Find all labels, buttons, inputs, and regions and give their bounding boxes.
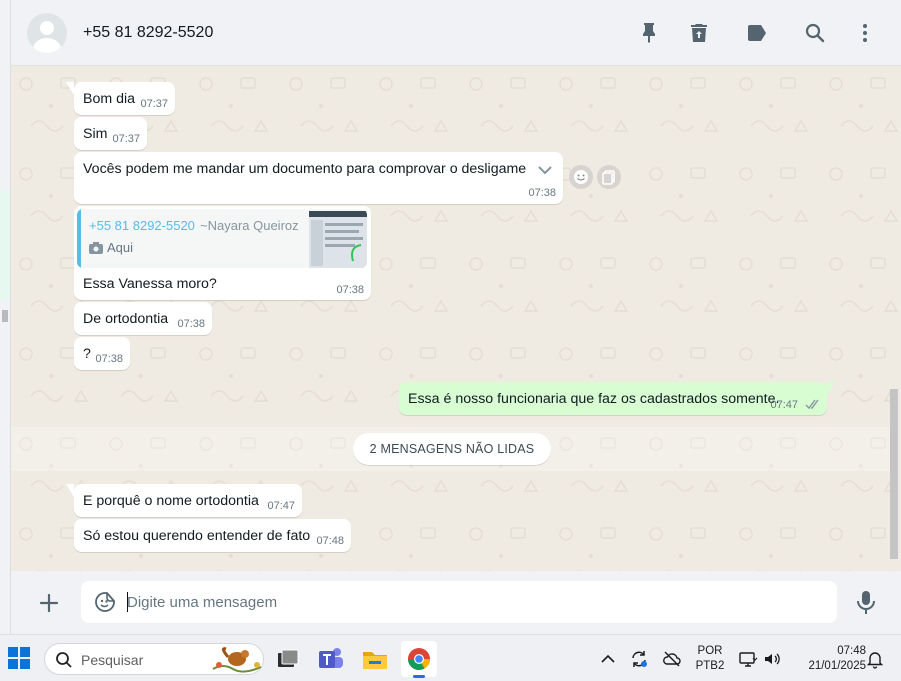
chevron-up-icon[interactable] bbox=[598, 649, 618, 669]
task-view-button[interactable] bbox=[270, 641, 306, 677]
message-text: ? bbox=[83, 346, 91, 362]
message-text: E porquê o nome ortodontia bbox=[83, 493, 259, 509]
clock-date: 21/01/2025 bbox=[808, 660, 866, 672]
emoji-react-button[interactable] bbox=[569, 165, 593, 189]
message-list[interactable]: Bom dia 07:37 Sim 07:37 Vocês podem me m… bbox=[11, 66, 901, 571]
message-text: De ortodontia bbox=[83, 311, 169, 327]
message-time: 07:38 bbox=[336, 284, 364, 296]
task-view-icon bbox=[278, 649, 299, 667]
file-explorer-button[interactable] bbox=[357, 641, 393, 677]
windows-taskbar: Pesquisar POR PTB2 07:48 21/01/2025 bbox=[0, 634, 901, 681]
forward-button[interactable] bbox=[597, 165, 621, 189]
left-scroll-thumb[interactable] bbox=[2, 310, 8, 322]
sync-icon[interactable] bbox=[629, 649, 649, 669]
unread-messages-divider: 2 MENSAGENS NÃO LIDAS bbox=[353, 433, 551, 465]
message-bubble[interactable]: Vocês podem me mandar um documento para … bbox=[74, 152, 563, 204]
message-bubble[interactable]: De ortodontia 07:38 bbox=[74, 302, 212, 335]
clock-time: 07:48 bbox=[837, 645, 866, 657]
plus-icon[interactable] bbox=[37, 591, 61, 615]
message-text: Essa é nosso funcionaria que faz os cada… bbox=[408, 391, 780, 407]
quoted-pushname: ~Nayara Queiroz bbox=[200, 218, 299, 233]
message-time: 07:38 bbox=[95, 353, 123, 365]
quoted-text: Aqui bbox=[107, 240, 134, 255]
teams-icon bbox=[319, 648, 343, 668]
message-bubble[interactable]: ? 07:38 bbox=[74, 337, 130, 370]
message-time: 07:38 bbox=[177, 318, 205, 330]
camera-icon bbox=[89, 242, 103, 254]
message-time: 07:47 bbox=[267, 500, 295, 512]
chat-header: +55 81 8292-5520 bbox=[11, 0, 901, 66]
delete-icon[interactable] bbox=[687, 21, 711, 45]
message-time: 07:48 bbox=[316, 535, 344, 547]
language-code: POR bbox=[697, 645, 723, 657]
message-text: Bom dia bbox=[83, 91, 136, 107]
active-app-indicator bbox=[413, 675, 425, 678]
composer bbox=[11, 571, 901, 634]
quoted-message[interactable]: +55 81 8292-5520 ~Nayara Queiroz Aqui bbox=[77, 209, 367, 268]
message-bubble[interactable]: +55 81 8292-5520 ~Nayara Queiroz Aqui Es… bbox=[74, 206, 371, 300]
message-scrollbar[interactable] bbox=[890, 389, 898, 559]
windows-start-icon[interactable] bbox=[8, 647, 30, 669]
language-indicator[interactable]: POR PTB2 bbox=[690, 644, 730, 674]
selected-chat-highlight bbox=[0, 190, 10, 300]
search-icon bbox=[56, 652, 72, 668]
message-bubble[interactable]: Sim 07:37 bbox=[74, 117, 147, 150]
taskbar-search-label: Pesquisar bbox=[81, 652, 144, 668]
quoted-image-thumbnail[interactable] bbox=[309, 211, 367, 268]
message-text: Essa Vanessa moro? bbox=[83, 276, 217, 292]
chat-window: +55 81 8292-5520 Bom dia 07:37 Sim 07:37… bbox=[11, 0, 901, 634]
double-check-icon bbox=[805, 399, 819, 410]
notification-bell-icon[interactable] bbox=[865, 649, 885, 669]
contact-name[interactable]: +55 81 8292-5520 bbox=[83, 24, 213, 42]
cloud-offline-icon[interactable] bbox=[662, 649, 682, 669]
search-highlight-art-icon bbox=[212, 647, 262, 673]
message-text: Sim bbox=[83, 126, 108, 142]
message-text: Só estou querendo entender de fato bbox=[83, 528, 311, 544]
message-input[interactable] bbox=[127, 581, 827, 623]
folder-icon bbox=[363, 652, 387, 669]
network-icon[interactable] bbox=[738, 649, 758, 669]
message-time: 07:38 bbox=[528, 187, 556, 199]
search-icon[interactable] bbox=[803, 21, 827, 45]
message-bubble[interactable]: Só estou querendo entender de fato 07:48 bbox=[74, 519, 351, 552]
microphone-icon[interactable] bbox=[854, 589, 878, 615]
menu-icon[interactable] bbox=[853, 21, 877, 45]
volume-icon[interactable] bbox=[762, 649, 782, 669]
teams-app-button[interactable] bbox=[313, 641, 349, 677]
copy-icon bbox=[602, 170, 615, 185]
left-panel-edge bbox=[0, 0, 11, 634]
quoted-author: +55 81 8292-5520 bbox=[89, 218, 195, 233]
keyboard-layout: PTB2 bbox=[695, 660, 725, 672]
message-text: Vocês podem me mandar um documento para … bbox=[83, 161, 527, 177]
message-time: 07:47 bbox=[770, 399, 798, 411]
sticker-icon[interactable] bbox=[93, 590, 117, 614]
message-time: 07:37 bbox=[112, 133, 140, 145]
chrome-app-button[interactable] bbox=[401, 641, 437, 678]
message-time: 07:37 bbox=[140, 98, 168, 110]
pin-icon[interactable] bbox=[637, 21, 661, 45]
avatar[interactable] bbox=[27, 13, 67, 53]
system-clock[interactable]: 07:48 21/01/2025 bbox=[790, 644, 866, 674]
message-bubble-outgoing[interactable]: Essa é nosso funcionaria que faz os cada… bbox=[399, 382, 835, 415]
label-icon[interactable] bbox=[745, 21, 769, 45]
taskbar-search[interactable]: Pesquisar bbox=[44, 643, 264, 675]
message-bubble[interactable]: E porquê o nome ortodontia 07:47 bbox=[66, 484, 302, 517]
message-box bbox=[81, 581, 837, 623]
smiley-icon bbox=[574, 170, 588, 184]
chevron-down-icon[interactable] bbox=[536, 161, 554, 179]
message-bubble[interactable]: Bom dia 07:37 bbox=[66, 82, 175, 115]
chrome-icon bbox=[408, 648, 430, 670]
